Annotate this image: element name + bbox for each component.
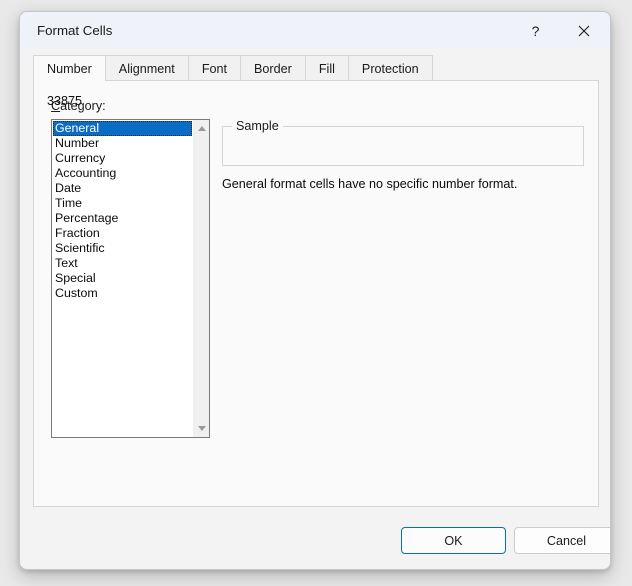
close-icon[interactable] <box>561 12 606 49</box>
category-item-number[interactable]: Number <box>53 136 192 151</box>
category-item-text[interactable]: Text <box>53 256 192 271</box>
category-scrollbar[interactable] <box>192 120 209 437</box>
tab-border[interactable]: Border <box>241 55 306 81</box>
sample-value: 33875 <box>47 94 83 108</box>
category-item-currency[interactable]: Currency <box>53 151 192 166</box>
dialog-footer: OK Cancel <box>20 505 610 569</box>
tab-fill[interactable]: Fill <box>305 55 349 81</box>
title-bar: Format Cells ? <box>20 12 610 49</box>
help-icon[interactable]: ? <box>513 12 558 49</box>
category-item-special[interactable]: Special <box>53 271 192 286</box>
category-item-scientific[interactable]: Scientific <box>53 241 192 256</box>
format-description: General format cells have no specific nu… <box>222 177 518 191</box>
triangle-up-glyph <box>197 126 206 131</box>
category-item-date[interactable]: Date <box>53 181 192 196</box>
category-item-accounting[interactable]: Accounting <box>53 166 192 181</box>
cancel-button[interactable]: Cancel <box>514 527 610 554</box>
category-list-items: General Number Currency Accounting Date Time P… <box>52 120 192 437</box>
tab-alignment[interactable]: Alignment <box>105 55 189 81</box>
close-x-glyph <box>578 25 589 36</box>
format-cells-dialog: Format Cells ? Number Alignment Font Border… <box>19 11 611 570</box>
scroll-down-arrow-icon[interactable] <box>193 420 209 437</box>
sample-group-box: Sample <box>222 119 584 166</box>
category-item-fraction[interactable]: Fraction <box>53 226 192 241</box>
scroll-up-arrow-icon[interactable] <box>193 120 209 137</box>
ok-button[interactable]: OK <box>401 527 506 554</box>
sample-group-label: Sample <box>232 119 283 133</box>
triangle-down-glyph <box>197 426 206 431</box>
tab-number[interactable]: Number <box>33 55 106 82</box>
tab-protection[interactable]: Protection <box>348 55 433 81</box>
tab-panel-number: Category: General Number Currency Accountin… <box>33 80 599 507</box>
dialog-title: Format Cells <box>37 23 113 38</box>
help-glyph: ? <box>531 22 540 39</box>
tab-font[interactable]: Font <box>188 55 242 81</box>
category-item-general[interactable]: General <box>53 121 192 136</box>
category-item-time[interactable]: Time <box>53 196 192 211</box>
category-item-custom[interactable]: Custom <box>53 286 192 301</box>
tab-strip: Number Alignment Font Border Fill Protection <box>33 55 599 82</box>
tab-strip-filler <box>432 55 599 81</box>
category-listbox[interactable]: General Number Currency Accounting Date Time P… <box>51 119 210 438</box>
category-item-percentage[interactable]: Percentage <box>53 211 192 226</box>
